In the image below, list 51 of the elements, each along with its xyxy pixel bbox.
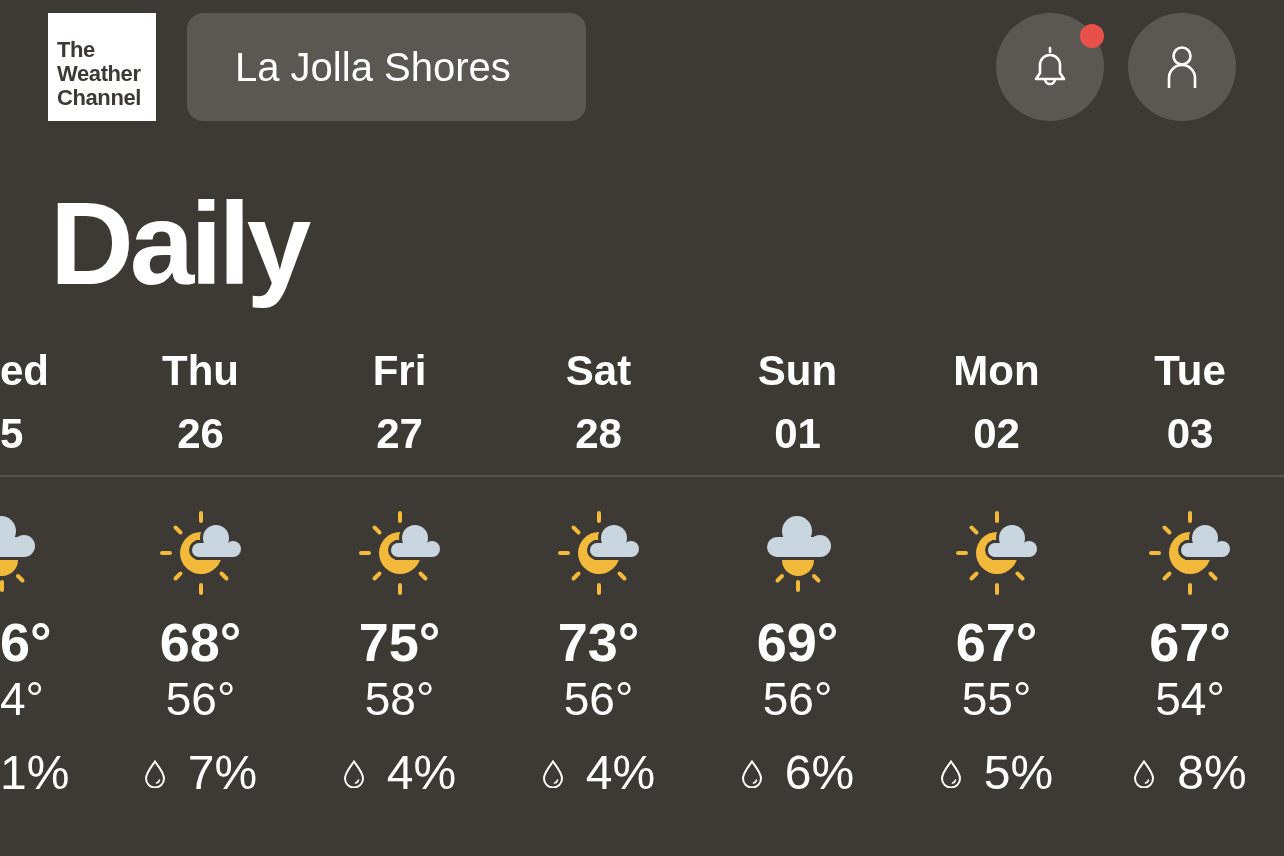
- day-name: Fri: [372, 346, 427, 396]
- raindrop-icon: [143, 760, 166, 788]
- high-temperature: 73°: [557, 612, 640, 672]
- low-temperature: 4°: [0, 673, 44, 725]
- day-name: Sun: [757, 346, 838, 396]
- low-temperature: 58°: [364, 673, 435, 725]
- raindrop-icon: [541, 760, 564, 788]
- day-date: 27: [376, 409, 423, 459]
- high-temperature: 6°: [0, 612, 52, 672]
- high-temperature: 68°: [159, 612, 242, 672]
- day-date: 02: [973, 409, 1020, 459]
- sun-cloud-icon: [1148, 510, 1232, 596]
- high-temperature: 67°: [955, 612, 1038, 672]
- precipitation-chance: 1%: [0, 745, 70, 801]
- low-temperature: 54°: [1155, 673, 1225, 725]
- precipitation-chance: 4%: [585, 745, 656, 801]
- low-temperature: 56°: [165, 673, 236, 725]
- day-date: 01: [774, 409, 821, 459]
- page-title: Daily: [50, 178, 310, 311]
- day-name: Sat: [565, 346, 632, 396]
- location-button[interactable]: La Jolla Shores: [187, 13, 586, 121]
- low-temperature: 56°: [762, 673, 833, 725]
- raindrop-icon: [939, 760, 962, 788]
- low-temperature: 56°: [563, 673, 634, 725]
- high-temperature: 69°: [756, 612, 839, 672]
- sun-cloud-icon: [158, 510, 243, 596]
- sun-cloud-icon: [556, 510, 641, 596]
- day-date: 28: [575, 409, 622, 459]
- day-name: Thu: [162, 346, 239, 396]
- logo[interactable]: The Weather Channel: [48, 13, 156, 121]
- raindrop-icon: [342, 760, 365, 788]
- day-name: Mon: [953, 346, 1040, 396]
- day-date: 03: [1166, 409, 1214, 459]
- day-name: ed: [0, 346, 49, 396]
- precipitation-chance: 8%: [1177, 745, 1247, 801]
- day-date: 26: [177, 409, 224, 459]
- low-temperature: 55°: [961, 673, 1032, 725]
- sun-cloud-icon: [357, 510, 442, 596]
- raindrop-icon: [740, 760, 763, 788]
- precipitation-chance: 6%: [784, 745, 855, 801]
- user-icon: [1166, 45, 1198, 89]
- logo-text: The Weather Channel: [57, 38, 142, 110]
- high-temperature: 75°: [358, 612, 441, 672]
- precipitation-chance: 7%: [187, 745, 258, 801]
- precipitation-chance: 4%: [386, 745, 457, 801]
- raindrop-icon: [1133, 760, 1156, 788]
- precipitation-chance: 5%: [983, 745, 1054, 801]
- day-date: 5: [0, 409, 24, 459]
- day-name: Tue: [1154, 346, 1226, 396]
- sun-cloud-icon: [954, 510, 1039, 596]
- high-temperature: 67°: [1149, 612, 1231, 672]
